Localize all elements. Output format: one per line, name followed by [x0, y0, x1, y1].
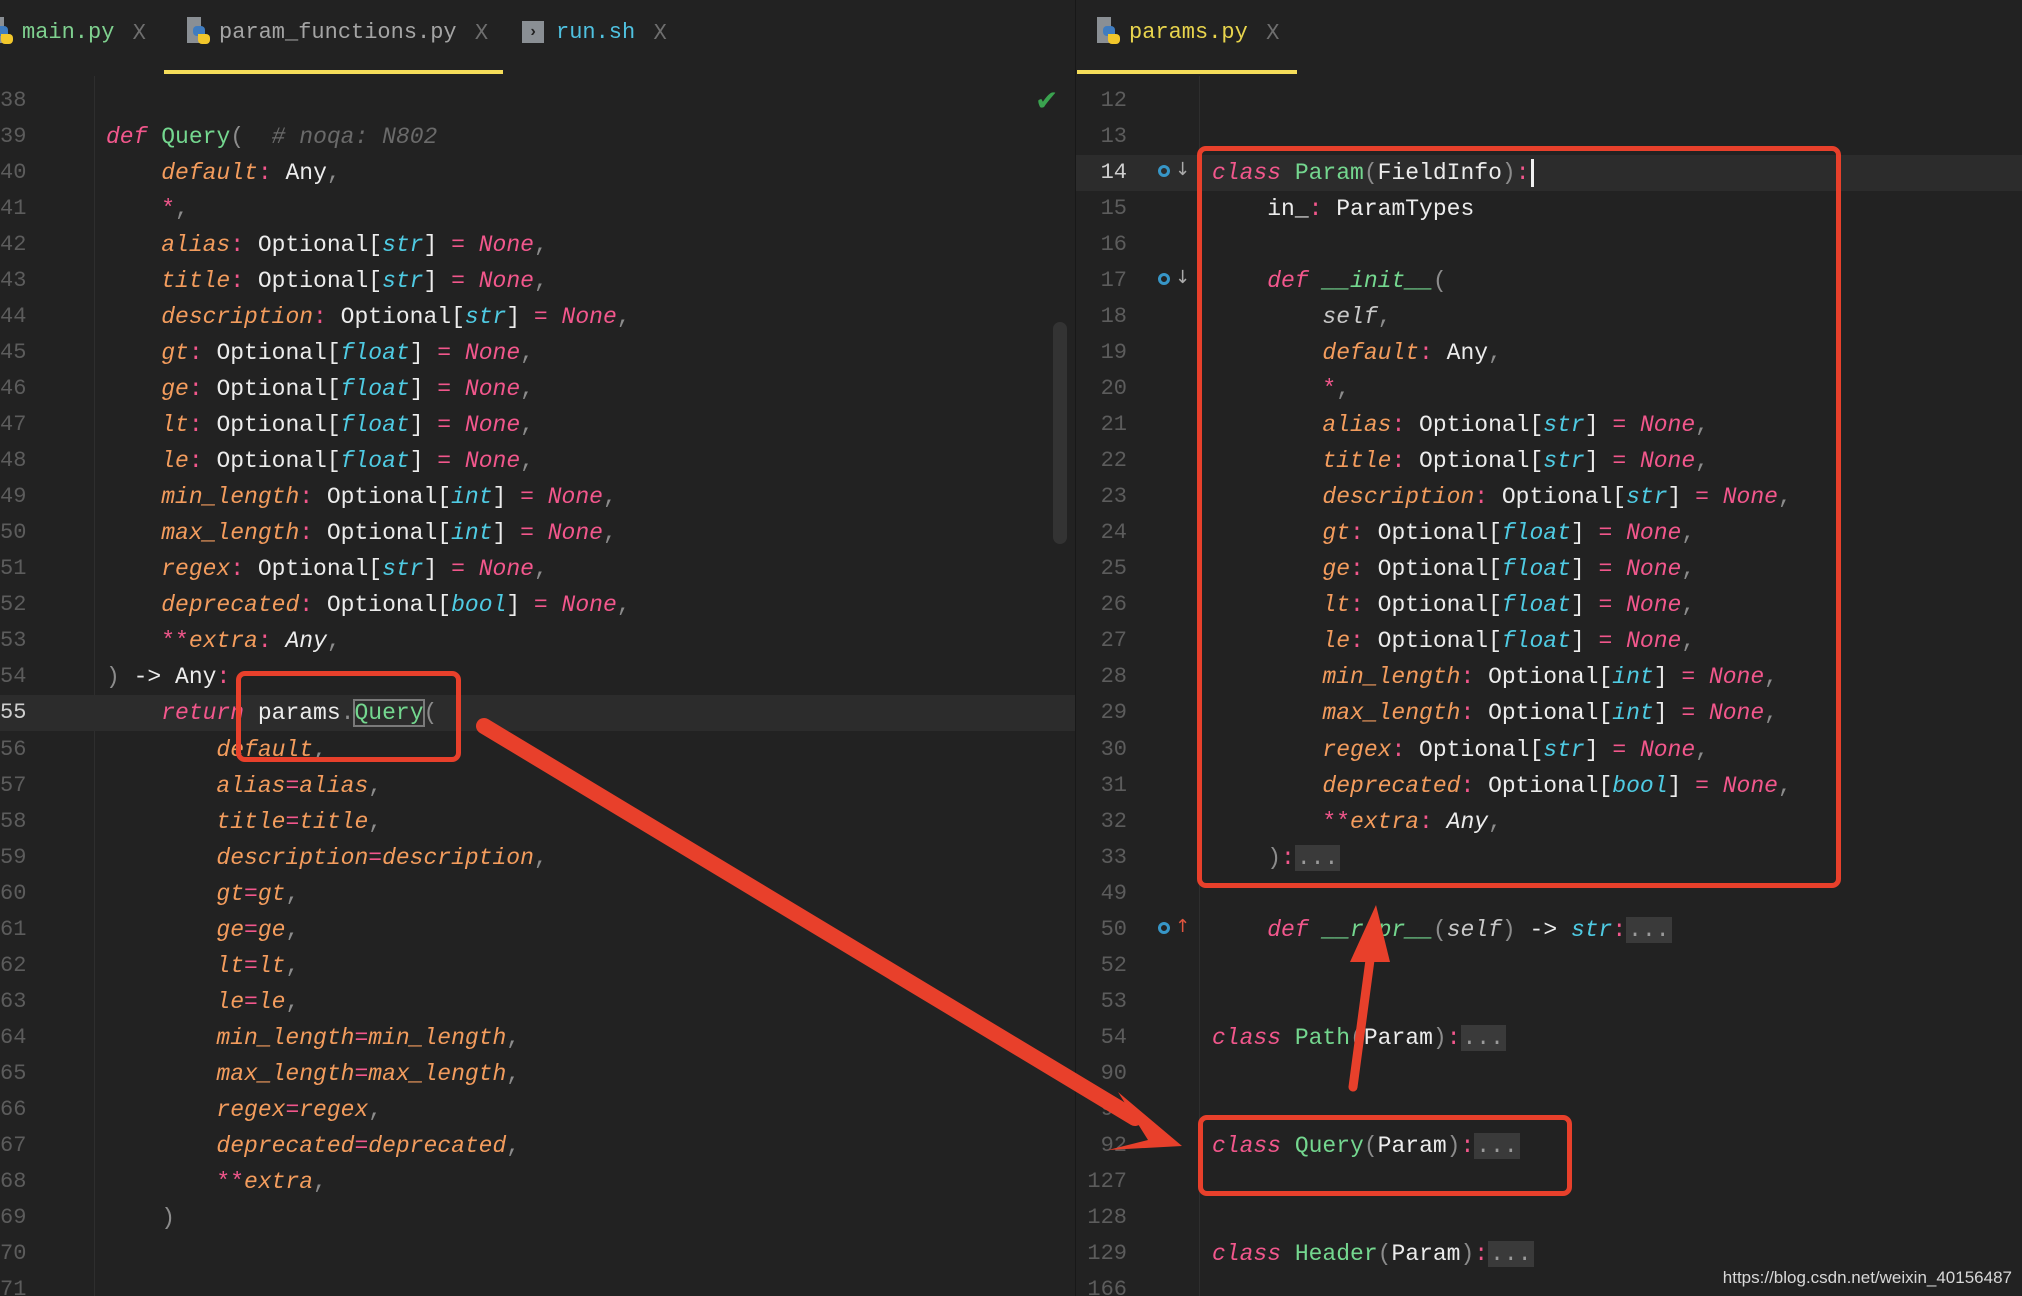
arrow-head	[1350, 905, 1390, 962]
arrow-to-param-class	[1348, 940, 1377, 1092]
watermark: https://blog.csdn.net/weixin_40156487	[1722, 1268, 2012, 1287]
annotation-arrows	[476, 718, 1390, 1150]
arrow-to-query-class	[476, 718, 1143, 1126]
